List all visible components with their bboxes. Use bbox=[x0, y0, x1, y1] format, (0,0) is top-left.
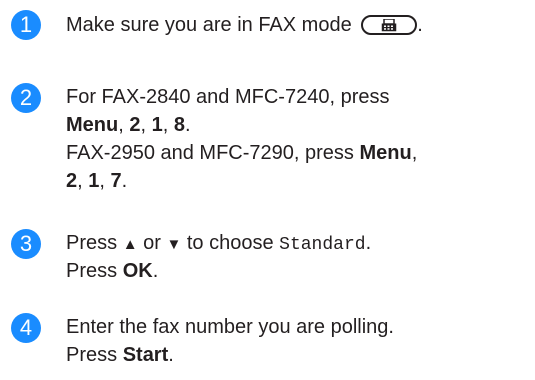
step-text-line: FAX-2950 and MFC-7290, press Menu, bbox=[66, 142, 418, 164]
down-arrow-icon: ▼ bbox=[166, 236, 182, 253]
step-text-line: For FAX-2840 and MFC-7240, press bbox=[66, 86, 390, 108]
step-number-badge: 4 bbox=[11, 313, 41, 343]
step-text: Press ▲ or ▼ to choose Standard. Press O… bbox=[66, 229, 371, 285]
fax-mode-key-icon bbox=[361, 15, 418, 35]
step-text: For FAX-2840 and MFC-7240, press Menu, 2… bbox=[66, 83, 417, 195]
step-number-badge: 3 bbox=[11, 229, 41, 259]
key-1: 1 bbox=[88, 170, 100, 192]
up-arrow-icon: ▲ bbox=[122, 236, 138, 253]
ok-key: OK bbox=[122, 260, 153, 282]
period: . bbox=[417, 14, 423, 36]
step-text-line: Press ▲ or ▼ to choose Standard. bbox=[66, 232, 372, 255]
key-2: 2 bbox=[66, 170, 78, 192]
fax-icon bbox=[382, 19, 397, 32]
step-text-line: Make sure you are in FAX mode bbox=[66, 14, 352, 36]
step-text: Enter the fax number you are polling. Pr… bbox=[66, 313, 394, 369]
step-number-badge: 1 bbox=[11, 10, 41, 40]
key-8: 8 bbox=[173, 114, 185, 136]
start-key: Start bbox=[122, 344, 169, 366]
step-text-line: Enter the fax number you are polling. bbox=[66, 316, 394, 338]
menu-key: Menu bbox=[66, 114, 119, 136]
step-number-badge: 2 bbox=[11, 83, 41, 113]
menu-key: Menu bbox=[359, 142, 412, 164]
step-text-line: 2, 1, 7. bbox=[66, 170, 128, 192]
key-2: 2 bbox=[129, 114, 141, 136]
lcd-option-standard: Standard bbox=[279, 235, 366, 255]
step-text-line: Press Start. bbox=[66, 344, 174, 366]
key-1: 1 bbox=[151, 114, 163, 136]
key-7: 7 bbox=[110, 170, 122, 192]
step-text-line: Press OK. bbox=[66, 260, 159, 282]
step-text-line: Menu, 2, 1, 8. bbox=[66, 114, 191, 136]
step-text: Make sure you are in FAX mode . bbox=[66, 11, 423, 39]
